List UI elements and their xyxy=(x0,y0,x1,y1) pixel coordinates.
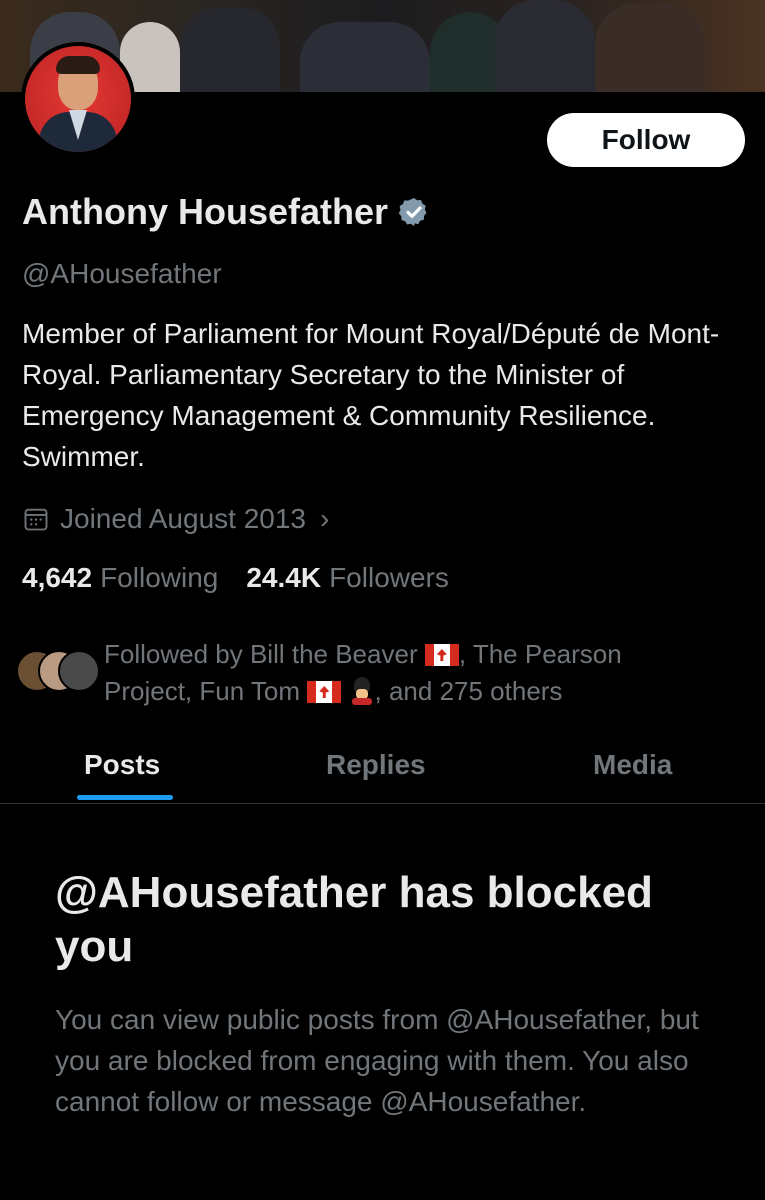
profile-handle: @AHousefather xyxy=(22,258,222,289)
followed-by[interactable]: Followed by Bill the Beaver , The Pearso… xyxy=(16,636,694,710)
joined-label: Joined August 2013 xyxy=(60,503,306,534)
verified-badge-icon[interactable] xyxy=(398,196,430,228)
profile-bio: Member of Parliament for Mount Royal/Dép… xyxy=(22,318,720,472)
active-tab-indicator xyxy=(77,795,173,800)
following-link[interactable]: 4,642 Following xyxy=(22,562,218,594)
banner-figure xyxy=(495,0,595,92)
banner-figure xyxy=(180,7,280,92)
tab-replies[interactable]: Replies xyxy=(326,749,426,781)
blocked-message: You can view public posts from @AHousefa… xyxy=(55,1004,699,1117)
follower-avatars xyxy=(16,646,100,696)
banner-figure xyxy=(300,22,430,92)
tab-media[interactable]: Media xyxy=(593,749,672,781)
guard-icon xyxy=(349,677,375,705)
joined-date[interactable]: Joined August 2013 › xyxy=(22,503,329,535)
display-name: Anthony Housefather xyxy=(22,191,389,232)
calendar-icon xyxy=(24,508,48,531)
avatar-image xyxy=(25,46,131,152)
banner-figure xyxy=(595,4,705,92)
following-label: Following xyxy=(100,562,219,593)
follower-avatar xyxy=(58,650,100,692)
follow-button[interactable]: Follow xyxy=(547,113,745,167)
profile-name-row: Anthony Housefather xyxy=(22,191,430,233)
follow-counts: 4,642 Following 24.4K Followers xyxy=(22,562,449,594)
canada-flag-icon xyxy=(307,681,342,703)
profile-tabs: Posts Replies Media xyxy=(0,735,765,804)
tab-posts[interactable]: Posts xyxy=(84,749,160,781)
following-count: 4,642 xyxy=(22,562,93,593)
blocked-title: @AHousefather has blocked you xyxy=(55,868,653,971)
followers-link[interactable]: 24.4K Followers xyxy=(246,562,449,594)
followers-count: 24.4K xyxy=(246,562,322,593)
followers-label: Followers xyxy=(329,562,449,593)
followed-by-text: Followed by Bill the Beaver , The Pearso… xyxy=(104,639,622,706)
profile-avatar[interactable] xyxy=(21,42,135,156)
canada-flag-icon xyxy=(424,644,459,666)
chevron-right-icon: › xyxy=(319,503,330,534)
